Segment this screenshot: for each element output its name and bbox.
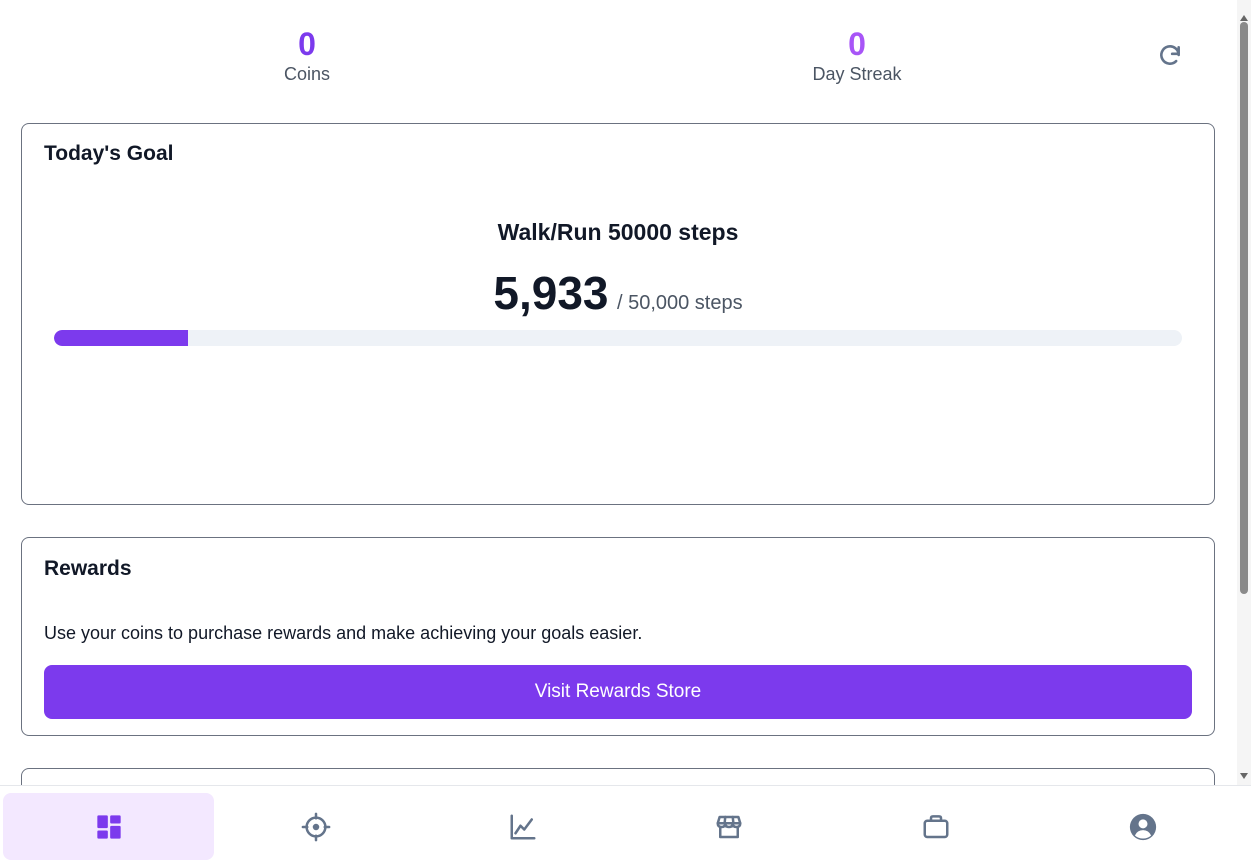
- next-card: [21, 768, 1215, 785]
- goal-progress-bar: [54, 330, 1182, 346]
- target-icon: [301, 812, 330, 841]
- briefcase-icon: [923, 814, 948, 838]
- nav-item-profile[interactable]: [1037, 793, 1248, 860]
- refresh-icon: [1160, 45, 1180, 65]
- goal-progress-fill: [54, 330, 188, 346]
- rewards-card-title: Rewards: [44, 557, 132, 580]
- current-steps: 5,933: [493, 267, 609, 319]
- rewards-card: Rewards Use your coins to purchase rewar…: [21, 537, 1215, 736]
- dashboard-icon: [96, 814, 121, 839]
- goal-card-title: Today's Goal: [44, 142, 174, 165]
- goal-step-count: 5,933 / 50,000 steps: [22, 266, 1214, 320]
- rewards-description: Use your coins to purchase rewards and m…: [44, 623, 643, 643]
- visit-rewards-store-button[interactable]: Visit Rewards Store: [44, 665, 1192, 719]
- scroll-thumb[interactable]: [1240, 22, 1248, 594]
- coins-value: 0: [298, 26, 316, 62]
- streak-value: 0: [848, 26, 866, 62]
- user-circle-icon: [1129, 813, 1156, 840]
- main-content: 0 Coins 0 Day Streak Today's Goal Walk/R…: [0, 0, 1237, 785]
- todays-goal-card: Today's Goal Walk/Run 50000 steps 5,933 …: [21, 123, 1215, 505]
- refresh-button[interactable]: [1152, 38, 1188, 74]
- store-icon: [716, 815, 741, 838]
- coins-stat: 0 Coins: [207, 26, 407, 86]
- total-steps: / 50,000 steps: [616, 292, 743, 314]
- streak-stat: 0 Day Streak: [757, 26, 957, 86]
- nav-item-stats[interactable]: [417, 793, 628, 860]
- streak-label: Day Streak: [812, 64, 902, 84]
- bottom-navigation: [0, 785, 1251, 865]
- scroll-up-arrow-icon[interactable]: [1240, 15, 1248, 21]
- scroll-down-arrow-icon[interactable]: [1240, 773, 1248, 779]
- nav-item-goals[interactable]: [210, 793, 421, 860]
- nav-item-dashboard[interactable]: [3, 793, 214, 860]
- chart-line-icon: [510, 814, 535, 839]
- vertical-scrollbar[interactable]: [1237, 0, 1251, 785]
- goal-description: Walk/Run 50000 steps: [497, 219, 739, 245]
- nav-item-store[interactable]: [623, 793, 834, 860]
- coins-label: Coins: [283, 64, 331, 84]
- nav-item-inventory[interactable]: [830, 793, 1041, 860]
